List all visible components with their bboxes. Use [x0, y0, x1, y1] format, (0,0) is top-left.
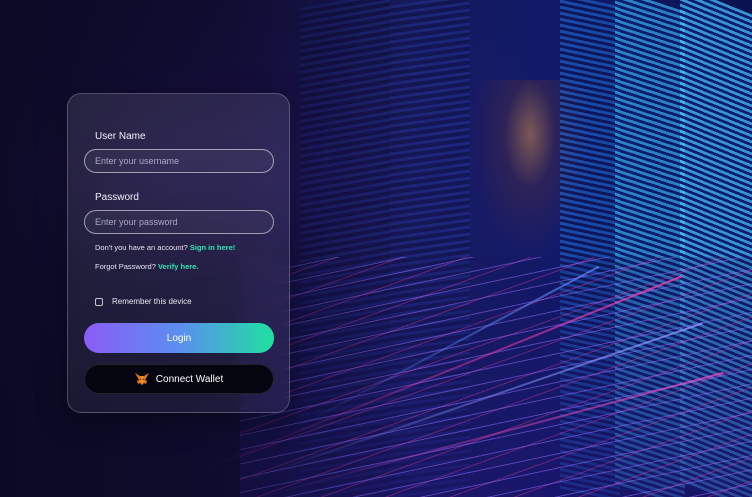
- username-input[interactable]: [84, 149, 274, 173]
- remember-device-row[interactable]: Remember this device: [95, 297, 192, 306]
- sign-in-link[interactable]: Sign in here!: [190, 243, 235, 252]
- password-input[interactable]: [84, 210, 274, 234]
- remember-device-checkbox[interactable]: [95, 297, 103, 306]
- password-label: Password: [95, 192, 139, 203]
- login-button[interactable]: Login: [84, 323, 274, 353]
- remember-device-label: Remember this device: [112, 297, 192, 306]
- connect-wallet-button[interactable]: Connect Wallet: [84, 364, 274, 394]
- forgot-password-text: Forgot Password?: [95, 262, 156, 271]
- signup-prompt-text: Don't you have an account?: [95, 243, 188, 252]
- username-label: User Name: [95, 131, 146, 142]
- connect-wallet-label: Connect Wallet: [155, 373, 224, 385]
- signup-prompt: Don't you have an account? Sign in here!: [95, 243, 235, 252]
- verify-link[interactable]: Verify here.: [158, 262, 198, 271]
- metamask-fox-icon: [134, 373, 149, 385]
- login-button-label: Login: [166, 332, 192, 344]
- forgot-password-prompt: Forgot Password? Verify here.: [95, 262, 198, 271]
- login-card: User Name Password Don't you have an acc…: [67, 93, 290, 413]
